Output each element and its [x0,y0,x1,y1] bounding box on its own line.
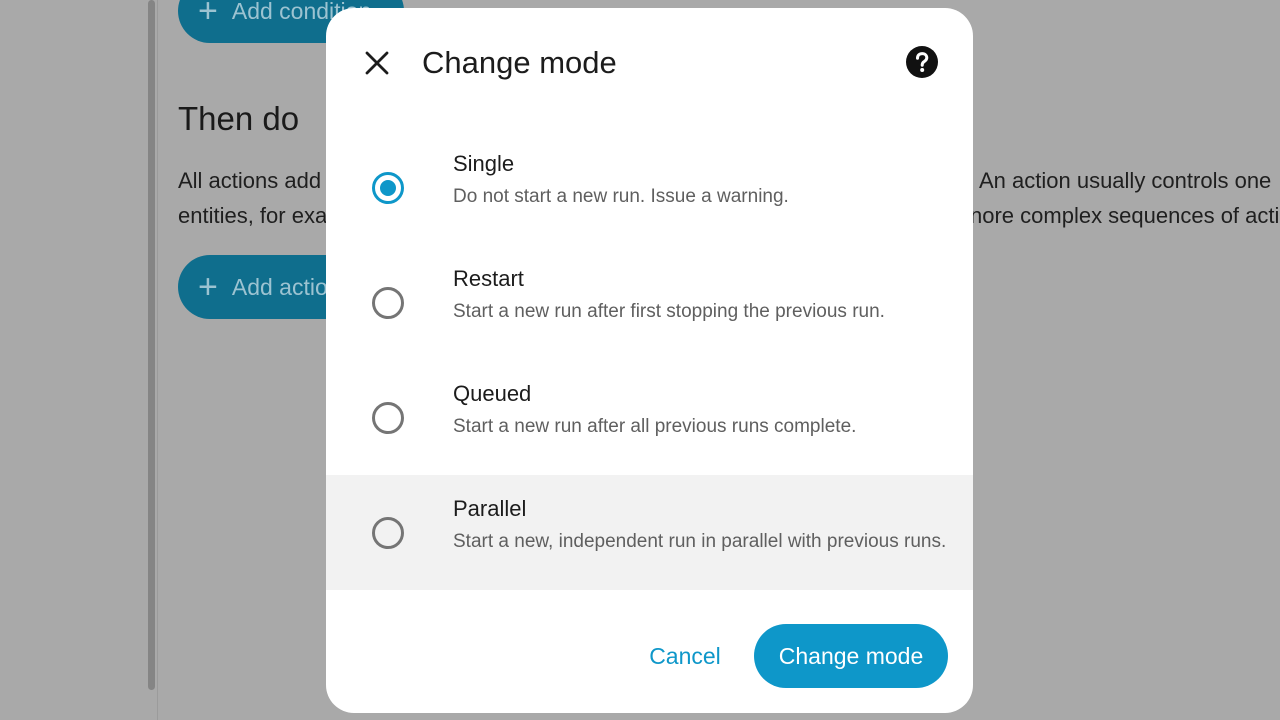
plus-icon: + [198,268,218,306]
close-icon[interactable] [356,42,398,84]
radio-button-selected[interactable] [372,172,404,204]
option-description: Start a new run after all previous runs … [453,416,857,437]
mode-option-restart[interactable]: Restart Start a new run after first stop… [326,245,973,360]
option-description: Do not start a new run. Issue a warning. [453,186,789,207]
plus-icon: + [198,0,218,30]
change-mode-button[interactable]: Change mode [754,624,948,688]
dialog-title: Change mode [422,45,617,80]
section-description-left-2: entities, for exa [178,203,328,228]
section-description-right-2: nore complex sequences of acti [970,203,1280,228]
option-label: Single [453,151,515,176]
mode-option-single[interactable]: Single Do not start a new run. Issue a w… [326,130,973,245]
change-mode-dialog: Change mode Single Do not start a new ru… [326,8,973,713]
content-divider [157,0,158,720]
option-description: Start a new, independent run in parallel… [453,531,947,552]
mode-option-queued[interactable]: Queued Start a new run after all previou… [326,360,973,475]
help-circle-icon[interactable] [904,44,940,80]
dialog-header: Change mode [326,8,973,118]
scrollbar-thumb [148,0,155,690]
radio-button[interactable] [372,402,404,434]
option-label: Parallel [453,496,527,521]
radio-button[interactable] [372,517,404,549]
mode-option-parallel[interactable]: Parallel Start a new, independent run in… [326,475,973,590]
option-description: Start a new run after first stopping the… [453,301,885,322]
cancel-button[interactable]: Cancel [632,624,738,688]
option-label: Restart [453,266,524,291]
section-title: Then do [178,100,300,137]
radio-button[interactable] [372,287,404,319]
section-description-left-1: All actions add [178,168,322,193]
option-label: Queued [453,381,532,406]
add-action-label: Add actio [231,273,328,300]
section-description-right-1: An action usually controls one [979,168,1272,193]
